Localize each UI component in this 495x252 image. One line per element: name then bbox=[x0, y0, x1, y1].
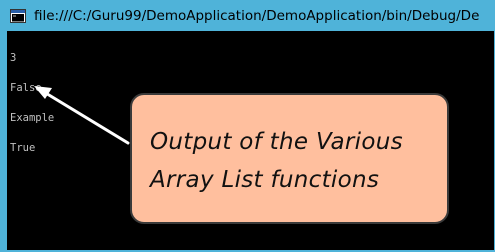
annotation-callout: Output of the Various Array List functio… bbox=[130, 93, 449, 224]
callout-text-line: Output of the Various bbox=[150, 129, 403, 155]
callout-text-line: Array List functions bbox=[150, 167, 380, 193]
console-window: file:///C:/Guru99/DemoApplication/DemoAp… bbox=[0, 0, 495, 252]
